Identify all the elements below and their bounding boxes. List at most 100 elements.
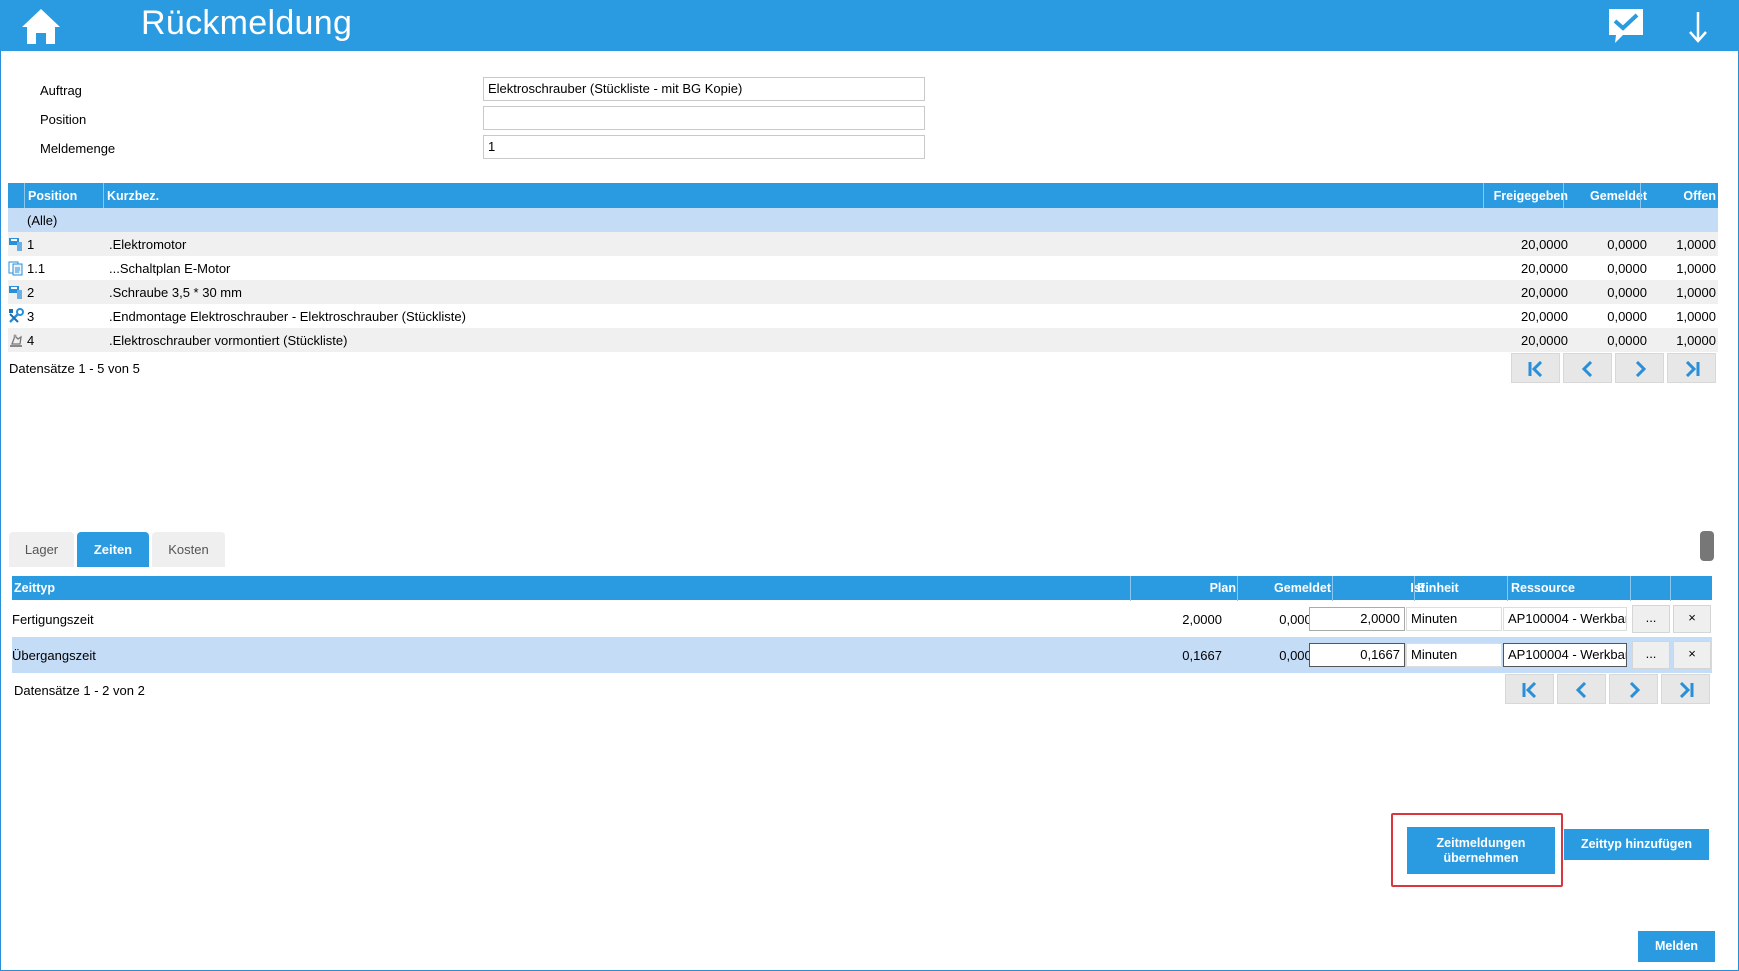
meldemenge-field[interactable]: 1 bbox=[483, 135, 925, 159]
col-gemeldet[interactable]: Gemeldet bbox=[1274, 581, 1331, 595]
first-page-icon bbox=[1522, 682, 1537, 698]
position-label: Position bbox=[40, 112, 87, 127]
pager-prev-button[interactable] bbox=[1563, 353, 1612, 383]
cell-gemeldet: 0,0000 bbox=[1607, 333, 1647, 348]
einheit-select[interactable]: Minuten bbox=[1406, 607, 1502, 631]
scroll-handle[interactable] bbox=[1700, 531, 1714, 561]
einheit-select[interactable]: Minuten bbox=[1406, 643, 1502, 667]
records-count: Datensätze 1 - 2 von 2 bbox=[14, 683, 145, 698]
cell-gemeldet: 0,0000 bbox=[1607, 237, 1647, 252]
more-button[interactable]: ... bbox=[1632, 641, 1670, 669]
home-icon[interactable] bbox=[20, 6, 62, 46]
col-plan[interactable]: Plan bbox=[1210, 581, 1236, 595]
cell-freigegeben: 20,0000 bbox=[1521, 237, 1568, 252]
table-row-all[interactable]: (Alle) bbox=[8, 208, 1718, 232]
cell-gemeldet: 0,0000 bbox=[1607, 309, 1647, 324]
tab-lager[interactable]: Lager bbox=[9, 532, 74, 567]
all-row-label: (Alle) bbox=[27, 213, 58, 228]
pager-first-button[interactable] bbox=[1505, 674, 1554, 704]
pager-prev-button[interactable] bbox=[1557, 674, 1606, 704]
records-count: Datensätze 1 - 5 von 5 bbox=[9, 361, 140, 376]
first-page-icon bbox=[1528, 361, 1543, 377]
chevron-right-icon bbox=[1635, 361, 1647, 377]
table-row[interactable]: Fertigungszeit 2,0000 0,0000 2,0000 Minu… bbox=[12, 601, 1712, 637]
table-row[interactable]: 1.1 ...Schaltplan E-Motor 20,0000 0,0000… bbox=[8, 256, 1718, 280]
cell-freigegeben: 20,0000 bbox=[1521, 261, 1568, 276]
page-title: Rückmeldung bbox=[141, 4, 353, 42]
tools-icon bbox=[9, 308, 24, 323]
auftrag-field[interactable]: Elektroschrauber (Stückliste - mit BG Ko… bbox=[483, 77, 925, 101]
cell-kurzbez: .Schraube 3,5 * 30 mm bbox=[109, 285, 242, 300]
arrow-down-icon[interactable] bbox=[1685, 10, 1711, 44]
cell-plan: 2,0000 bbox=[1182, 612, 1222, 627]
more-button[interactable]: ... bbox=[1632, 605, 1670, 633]
auftrag-label: Auftrag bbox=[40, 83, 82, 98]
pager-next-button[interactable] bbox=[1609, 674, 1658, 704]
article-icon bbox=[9, 286, 22, 299]
times-grid-header: Zeittyp Plan Gemeldet Ist Einheit Ressou… bbox=[12, 576, 1712, 601]
cell-freigegeben: 20,0000 bbox=[1521, 333, 1568, 348]
cell-gemeldet: 0,0000 bbox=[1607, 285, 1647, 300]
pager-last-button[interactable] bbox=[1661, 674, 1710, 704]
cell-kurzbez: .Elektroschrauber vormontiert (Stücklist… bbox=[109, 333, 348, 348]
document-icon bbox=[8, 261, 23, 276]
ressource-field[interactable]: AP100004 - Werkbank bbox=[1503, 643, 1627, 667]
zeitmeldungen-uebernehmen-button[interactable]: Zeitmeldungen übernehmen bbox=[1407, 827, 1555, 874]
table-row[interactable]: 1 .Elektromotor 20,0000 0,0000 1,0000 bbox=[8, 232, 1718, 256]
positions-grid-header: Position Kurzbez. Freigegeben Gemeldet O… bbox=[8, 183, 1718, 208]
position-field[interactable] bbox=[483, 106, 925, 130]
cell-zeittyp: Übergangszeit bbox=[12, 648, 96, 663]
cell-position: 4 bbox=[27, 333, 35, 348]
delete-button[interactable]: × bbox=[1673, 641, 1711, 669]
cell-kurzbez: .Elektromotor bbox=[109, 237, 187, 252]
col-position[interactable]: Position bbox=[28, 189, 77, 203]
col-kurzbez[interactable]: Kurzbez. bbox=[107, 189, 159, 203]
col-freigegeben[interactable]: Freigegeben bbox=[1494, 189, 1568, 203]
cell-position: 3 bbox=[27, 309, 35, 324]
last-page-icon bbox=[1679, 682, 1694, 698]
cell-offen: 1,0000 bbox=[1676, 285, 1716, 300]
col-gemeldet[interactable]: Gemeldet bbox=[1590, 189, 1647, 203]
cell-offen: 1,0000 bbox=[1676, 237, 1716, 252]
ist-input[interactable]: 0,1667 bbox=[1309, 643, 1405, 667]
pager-next-button[interactable] bbox=[1615, 353, 1664, 383]
cell-gemeldet: 0,0000 bbox=[1607, 261, 1647, 276]
last-page-icon bbox=[1685, 361, 1700, 377]
col-offen[interactable]: Offen bbox=[1683, 189, 1716, 203]
cell-offen: 1,0000 bbox=[1676, 261, 1716, 276]
button-label-line2: übernehmen bbox=[1443, 851, 1519, 865]
chevron-left-icon bbox=[1581, 361, 1593, 377]
col-einheit[interactable]: Einheit bbox=[1417, 581, 1459, 595]
table-row[interactable]: Übergangszeit 0,1667 0,0000 0,1667 Minut… bbox=[12, 637, 1712, 673]
cell-plan: 0,1667 bbox=[1182, 648, 1222, 663]
cell-offen: 1,0000 bbox=[1676, 333, 1716, 348]
table-row[interactable]: 3 .Endmontage Elektroschrauber - Elektro… bbox=[8, 304, 1718, 328]
tab-zeiten[interactable]: Zeiten bbox=[77, 532, 149, 567]
top-bar: Rückmeldung bbox=[0, 0, 1739, 51]
button-label-line1: Zeitmeldungen bbox=[1436, 836, 1526, 850]
col-ressource[interactable]: Ressource bbox=[1511, 581, 1575, 595]
message-check-icon[interactable] bbox=[1607, 7, 1645, 45]
delete-button[interactable]: × bbox=[1673, 605, 1711, 633]
cell-freigegeben: 20,0000 bbox=[1521, 285, 1568, 300]
article-icon bbox=[9, 238, 22, 251]
tab-kosten[interactable]: Kosten bbox=[152, 532, 225, 567]
meldemenge-label: Meldemenge bbox=[40, 141, 116, 156]
table-row[interactable]: 4 .Elektroschrauber vormontiert (Stückli… bbox=[8, 328, 1718, 352]
cell-position: 1.1 bbox=[27, 261, 46, 276]
ist-input[interactable]: 2,0000 bbox=[1309, 607, 1405, 631]
cell-position: 2 bbox=[27, 285, 35, 300]
pager-first-button[interactable] bbox=[1511, 353, 1560, 383]
zeittyp-hinzufuegen-button[interactable]: Zeittyp hinzufügen bbox=[1564, 829, 1709, 860]
table-row[interactable]: 2 .Schraube 3,5 * 30 mm 20,0000 0,0000 1… bbox=[8, 280, 1718, 304]
pager-last-button[interactable] bbox=[1667, 353, 1716, 383]
cell-freigegeben: 20,0000 bbox=[1521, 309, 1568, 324]
melden-button[interactable]: Melden bbox=[1638, 931, 1715, 962]
cell-zeittyp: Fertigungszeit bbox=[12, 612, 94, 627]
ressource-field[interactable]: AP100004 - Werkbank bbox=[1503, 607, 1627, 631]
cell-offen: 1,0000 bbox=[1676, 309, 1716, 324]
col-zeittyp[interactable]: Zeittyp bbox=[14, 581, 55, 595]
chevron-right-icon bbox=[1629, 682, 1641, 698]
chevron-left-icon bbox=[1575, 682, 1587, 698]
cell-kurzbez: .Endmontage Elektroschrauber - Elektrosc… bbox=[109, 309, 466, 324]
